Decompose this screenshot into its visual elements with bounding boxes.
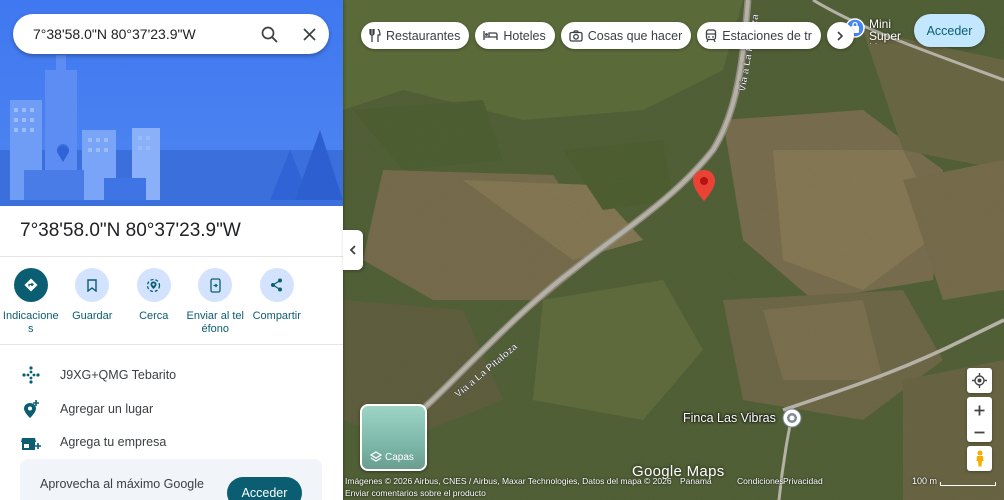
chip-things-to-do[interactable]: Cosas que hacer [560,22,692,49]
add-business-row[interactable]: Agrega tu empresa [0,425,343,459]
collapse-panel-button[interactable] [343,230,363,270]
nearby-button[interactable]: Cerca [123,268,185,336]
chip-label: Hoteles [503,28,546,43]
terms-link[interactable]: Condiciones [737,476,784,486]
camera-icon [569,29,583,42]
scale-label[interactable]: 100 m [912,476,937,486]
scale-bar [940,482,996,486]
chevron-right-icon [837,30,844,41]
feedback-link[interactable]: Enviar comentarios sobre el producto [345,488,486,498]
layers-icon [370,451,382,462]
map-attribution: Imágenes © 2026 Airbus, CNES / Airbus, M… [343,474,1004,500]
search-button[interactable] [249,14,289,54]
category-chips: Restaurantes Hoteles Cosas que hacer Est… [361,22,854,49]
place-marker-icon [782,408,802,428]
send-to-phone-icon [210,277,221,293]
hotel-icon [483,31,499,40]
zoom-in-icon[interactable] [974,405,985,416]
action-label: Cerca [139,310,169,322]
close-icon [302,27,316,41]
save-button[interactable]: Guardar [62,268,124,336]
hero-illustration: 7°38'58.0"N 80°37'23.9"W [0,0,343,206]
chip-hotels[interactable]: Hoteles [475,22,555,49]
chip-label: Cosas que hacer [587,28,683,43]
privacy-link[interactable]: Privacidad [783,476,823,486]
divider [0,256,343,257]
directions-icon-circle [13,268,48,302]
directions-button[interactable]: Indicaciones [0,268,62,336]
zoom-controls [967,397,992,442]
layers-button[interactable]: Capas [360,404,427,471]
place-title: 7°38'58.0"N 80°37'23.9"W [20,220,241,241]
plus-code-text: J9XG+QMG Tebarito [60,368,177,382]
divider [0,344,343,345]
satellite-imagery: Vía a La Pitaloza Vía a La Pitaloza [343,0,1004,500]
share-icon [271,278,283,292]
add-place-text: Agregar un lugar [60,402,154,416]
search-icon [261,26,278,43]
add-place-row[interactable]: Agregar un lugar [0,392,343,426]
bookmark-icon [87,278,97,292]
action-label: Compartir [252,310,301,322]
clear-search-button[interactable] [289,14,329,54]
layers-label-group: Capas [370,451,414,463]
layers-label: Capas [385,451,414,463]
poi-finca-label: Finca Las Vibras [683,411,776,425]
side-panel: 7°38'58.0"N 80°37'23.9"W 7°38'58.0"N 80°… [0,0,343,500]
location-pin-icon[interactable] [692,170,716,202]
my-location-icon [972,373,987,388]
nearby-icon [147,278,161,292]
add-place-icon [24,399,39,418]
save-icon-circle [75,268,110,302]
share-icon-circle [259,268,294,302]
restaurant-icon [369,29,381,42]
sign-in-promo: Aprovecha al máximo Google Acceder [20,459,322,500]
share-button[interactable]: Compartir [246,268,308,336]
chip-transit-stations[interactable]: Estaciones de tr [697,22,821,49]
send-to-phone-icon-circle [198,268,233,302]
place-actions: Indicaciones Guardar Cerca Enviar al tel… [0,268,343,336]
poi-finca[interactable]: Finca Las Vibras [683,408,802,428]
country-link[interactable]: Panamá [680,476,712,486]
action-label: Guardar [72,310,113,322]
maps-app: Vía a La Pitaloza Vía a La Pitaloza Finc… [0,0,1004,500]
action-label: Enviar al teléfono [186,310,244,335]
street-view-pegman[interactable] [967,446,992,471]
zoom-out-icon[interactable] [974,431,985,434]
plus-code-icon [22,366,40,384]
chips-next-button[interactable] [826,22,854,49]
promo-sign-in-button[interactable]: Acceder [227,477,302,500]
poi-mini-super[interactable]: Mini Super Hermanos [845,18,921,44]
add-business-icon [21,437,41,450]
plus-code-row[interactable]: J9XG+QMG Tebarito [0,358,343,392]
search-input[interactable]: 7°38'58.0"N 80°37'23.9"W [33,26,249,42]
chip-label: Estaciones de tr [722,28,812,43]
directions-icon [24,278,38,292]
chevron-left-icon [349,245,356,255]
my-location-button[interactable] [967,368,992,393]
imagery-credits: Imágenes © 2026 Airbus, CNES / Airbus, M… [345,476,672,486]
nearby-icon-circle [136,268,171,302]
promo-text: Aprovecha al máximo Google [40,477,204,491]
chip-label: Restaurantes [386,28,461,43]
send-to-phone-button[interactable]: Enviar al teléfono [185,268,247,336]
satellite-map[interactable]: Vía a La Pitaloza Vía a La Pitaloza [343,0,1004,500]
add-business-text: Agrega tu empresa [60,435,167,449]
sign-in-button[interactable]: Acceder [914,14,985,47]
search-box[interactable]: 7°38'58.0"N 80°37'23.9"W [13,14,329,54]
action-label: Indicaciones [2,310,59,335]
pegman-icon [976,450,983,467]
transit-icon [706,28,717,42]
chip-restaurants[interactable]: Restaurantes [361,22,470,49]
